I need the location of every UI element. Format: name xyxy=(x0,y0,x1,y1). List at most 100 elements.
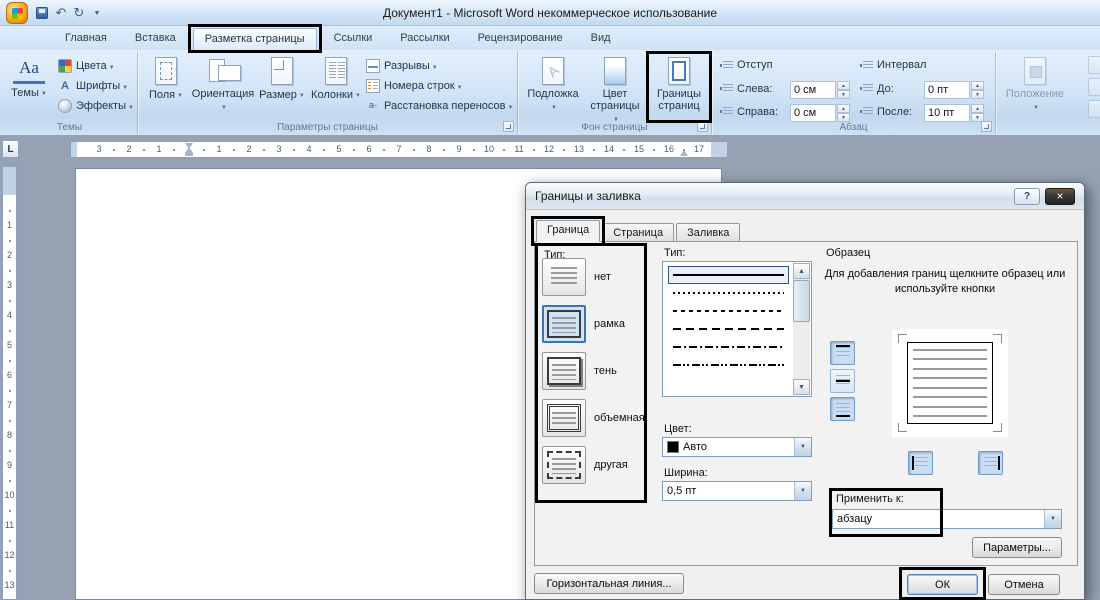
spacing-before-spinner[interactable]: 0 пт xyxy=(924,81,984,99)
scroll-thumb[interactable] xyxy=(793,280,810,322)
preview-inside-horizontal-border-button[interactable] xyxy=(830,369,855,393)
line-style-list[interactable] xyxy=(662,261,812,397)
line-style-option-dashed[interactable] xyxy=(668,320,789,338)
line-style-option-solid[interactable] xyxy=(668,266,789,284)
dialog-tab-border[interactable]: Граница xyxy=(536,220,600,242)
spacing-after-spinner[interactable]: 10 пт xyxy=(924,104,984,122)
preview-top-border-button[interactable] xyxy=(830,341,855,365)
dropdown-arrow-icon xyxy=(455,80,463,92)
border-setting-box-icon[interactable] xyxy=(542,305,586,343)
scrollbar[interactable] xyxy=(793,263,810,395)
ruler-number: 12 xyxy=(544,144,554,154)
page-setup-dialog-launcher[interactable] xyxy=(503,121,514,132)
spacing-after-value[interactable]: 10 пт xyxy=(924,104,970,122)
chevron-down-icon[interactable] xyxy=(1044,510,1061,528)
theme-colors-button[interactable]: Цвета xyxy=(58,56,115,75)
orientation-button[interactable]: Ориентация xyxy=(192,54,254,120)
scroll-up-icon[interactable] xyxy=(793,263,810,279)
position-label: Положение xyxy=(1006,88,1064,100)
hyphenation-button[interactable]: Расстановка переносов xyxy=(366,96,513,115)
position-button[interactable]: Положение xyxy=(1004,54,1066,120)
border-setting-shadow-icon[interactable] xyxy=(542,352,586,390)
chevron-down-icon[interactable] xyxy=(794,438,811,456)
tab-insert[interactable]: Вставка xyxy=(124,28,187,50)
margins-button[interactable]: Поля xyxy=(144,54,188,120)
page-color-button[interactable]: Цвет страницы xyxy=(584,54,646,120)
spin-up-button[interactable] xyxy=(971,81,984,90)
apply-to-combobox[interactable]: абзацу xyxy=(832,509,1062,529)
tab-page-layout[interactable]: Разметка страницы xyxy=(193,28,317,50)
border-preview[interactable] xyxy=(892,329,1008,437)
border-setting-label: рамка xyxy=(594,318,625,330)
border-setting-threed[interactable]: объемная xyxy=(542,398,652,438)
themes-button[interactable]: Aa Темы xyxy=(6,54,52,120)
theme-fonts-button[interactable]: Шрифты xyxy=(58,76,128,95)
preview-right-border-button[interactable] xyxy=(978,451,1003,475)
border-setting-label: другая xyxy=(594,459,628,471)
theme-effects-button[interactable]: Эффекты xyxy=(58,96,134,115)
border-setting-threed-icon[interactable] xyxy=(542,399,586,437)
dialog-help-button[interactable]: ? xyxy=(1014,188,1040,205)
border-setting-none[interactable]: нет xyxy=(542,257,652,297)
tab-references[interactable]: Ссылки xyxy=(323,28,384,50)
spin-down-button[interactable] xyxy=(837,113,850,122)
spin-up-button[interactable] xyxy=(971,104,984,113)
line-style-option-dash-dot-dot[interactable] xyxy=(668,356,789,374)
spacing-before-value[interactable]: 0 пт xyxy=(924,81,970,99)
chevron-down-icon[interactable] xyxy=(794,482,811,500)
dialog-tab-shading[interactable]: Заливка xyxy=(676,223,740,242)
tab-review[interactable]: Рецензирование xyxy=(467,28,574,50)
fonts-icon xyxy=(58,79,72,93)
preview-corner-mark xyxy=(898,334,907,343)
border-setting-custom-icon[interactable] xyxy=(542,446,586,484)
tab-mailings[interactable]: Рассылки xyxy=(389,28,460,50)
color-combobox[interactable]: Авто xyxy=(662,437,812,457)
ok-button[interactable]: ОК xyxy=(907,574,978,595)
line-style-option-dash-dot[interactable] xyxy=(668,338,789,356)
indent-right-spinner[interactable]: 0 см xyxy=(790,104,850,122)
ruler-tick xyxy=(293,149,295,151)
watermark-icon xyxy=(542,57,564,85)
indent-right-label: Справа: xyxy=(737,106,778,118)
line-style-option-dash-small[interactable] xyxy=(668,302,789,320)
spin-down-button[interactable] xyxy=(837,90,850,99)
bring-forward-button[interactable] xyxy=(1088,56,1100,74)
spin-up-button[interactable] xyxy=(837,104,850,113)
width-combobox[interactable]: 0,5 пт xyxy=(662,481,812,501)
cancel-button[interactable]: Отмена xyxy=(988,574,1060,595)
tab-view[interactable]: Вид xyxy=(580,28,622,50)
tab-stop-selector[interactable] xyxy=(2,140,19,158)
spin-up-button[interactable] xyxy=(837,81,850,90)
border-setting-box[interactable]: рамка xyxy=(542,304,652,344)
breaks-button[interactable]: Разрывы xyxy=(366,56,438,75)
border-setting-none-icon[interactable] xyxy=(542,258,586,296)
line-numbers-button[interactable]: Номера строк xyxy=(366,76,463,95)
text-wrap-button[interactable] xyxy=(1088,100,1100,118)
border-setting-shadow[interactable]: тень xyxy=(542,351,652,391)
preview-left-border-button[interactable] xyxy=(908,451,933,475)
line-style-sample xyxy=(673,346,784,348)
tab-home[interactable]: Главная xyxy=(54,28,118,50)
left-indent-marker[interactable] xyxy=(185,153,193,156)
line-numbers-label: Номера строк xyxy=(384,80,455,92)
page-background-dialog-launcher[interactable] xyxy=(697,121,708,132)
size-button[interactable]: Размер xyxy=(258,54,306,120)
indent-left-spinner[interactable]: 0 см xyxy=(790,81,850,99)
close-icon[interactable] xyxy=(1045,188,1075,205)
line-style-option-dotted[interactable] xyxy=(668,284,789,302)
options-button[interactable]: Параметры... xyxy=(972,537,1062,558)
indent-left-value[interactable]: 0 см xyxy=(790,81,836,99)
indent-right-value[interactable]: 0 см xyxy=(790,104,836,122)
spin-down-button[interactable] xyxy=(971,90,984,99)
send-backward-button[interactable] xyxy=(1088,78,1100,96)
preview-bottom-border-button[interactable] xyxy=(830,397,855,421)
watermark-button[interactable]: Подложка xyxy=(524,54,582,120)
paragraph-dialog-launcher[interactable] xyxy=(981,121,992,132)
line-style-sample xyxy=(673,310,784,312)
border-setting-custom[interactable]: другая xyxy=(542,445,652,485)
scroll-down-icon[interactable] xyxy=(793,379,810,395)
ruler-number: 6 xyxy=(3,370,16,380)
columns-button[interactable]: Колонки xyxy=(310,54,362,120)
page-borders-button[interactable]: Границы страниц xyxy=(650,54,708,120)
horizontal-line-button[interactable]: Горизонтальная линия... xyxy=(534,573,684,594)
